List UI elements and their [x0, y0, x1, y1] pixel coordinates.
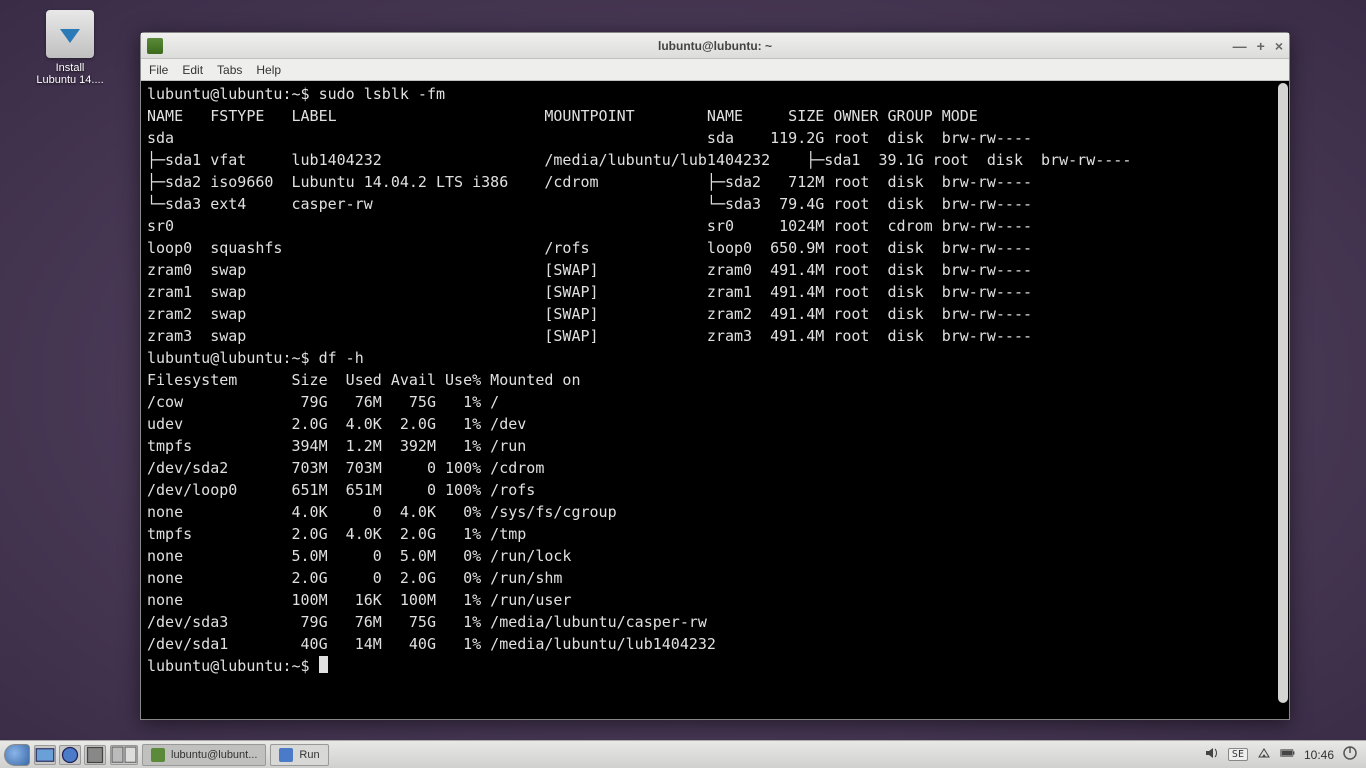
task-button-label: Run: [299, 749, 319, 761]
volume-icon[interactable]: [1204, 745, 1220, 764]
desktop-icon-install[interactable]: Install Lubuntu 14....: [30, 10, 110, 86]
menubar: File Edit Tabs Help: [141, 59, 1289, 81]
battery-icon[interactable]: [1280, 745, 1296, 764]
menu-tabs[interactable]: Tabs: [217, 63, 242, 77]
cursor: [319, 656, 328, 673]
menu-file[interactable]: File: [149, 63, 168, 77]
task-button[interactable]: Run: [270, 744, 328, 766]
task-list: lubuntu@lubunt... Run: [142, 744, 329, 766]
show-desktop-button[interactable]: [84, 745, 106, 765]
maximize-button[interactable]: +: [1257, 39, 1265, 53]
window-title: lubuntu@lubuntu: ~: [658, 39, 772, 53]
close-button[interactable]: ×: [1275, 39, 1283, 53]
start-menu-button[interactable]: [4, 744, 30, 766]
scrollbar[interactable]: [1278, 83, 1288, 703]
system-tray: SE 10:46: [1204, 745, 1362, 764]
file-manager-launcher[interactable]: [34, 745, 56, 765]
desktop-icon-label: Install Lubuntu 14....: [30, 62, 110, 86]
network-icon[interactable]: [1256, 745, 1272, 764]
shutdown-icon[interactable]: [1342, 745, 1358, 764]
task-button-label: lubuntu@lubunt...: [171, 749, 257, 761]
workspace-switcher[interactable]: [110, 745, 138, 765]
titlebar[interactable]: lubuntu@lubuntu: ~ — + ×: [141, 33, 1289, 59]
browser-launcher[interactable]: [59, 745, 81, 765]
task-button[interactable]: lubuntu@lubunt...: [142, 744, 266, 766]
clock[interactable]: 10:46: [1304, 748, 1334, 762]
terminal-icon: [151, 748, 165, 762]
terminal-window: lubuntu@lubuntu: ~ — + × File Edit Tabs …: [140, 32, 1290, 720]
keyboard-layout-indicator[interactable]: SE: [1228, 748, 1248, 761]
menu-help[interactable]: Help: [256, 63, 281, 77]
install-icon: [46, 10, 94, 58]
terminal-output[interactable]: lubuntu@lubuntu:~$ sudo lsblk -fm NAME F…: [141, 81, 1289, 719]
terminal-app-icon: [147, 38, 163, 54]
taskbar: lubuntu@lubunt... Run SE 10:46: [0, 740, 1366, 768]
minimize-button[interactable]: —: [1233, 39, 1247, 53]
quick-launch: [34, 745, 106, 765]
run-icon: [279, 748, 293, 762]
menu-edit[interactable]: Edit: [182, 63, 203, 77]
